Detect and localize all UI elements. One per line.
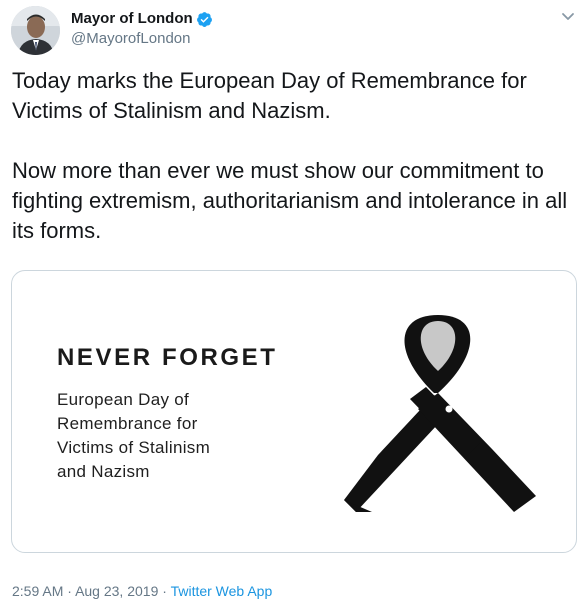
display-name[interactable]: Mayor of London <box>71 9 193 29</box>
tweet: Mayor of London @MayorofLondon Today mar… <box>0 0 587 613</box>
media-card[interactable]: NEVER FORGET European Day of Remembrance… <box>11 270 577 553</box>
card-subtitle: European Day of Remembrance for Victims … <box>57 388 267 484</box>
author-info: Mayor of London @MayorofLondon <box>71 9 213 49</box>
tweet-footer: 2:59 AM · Aug 23, 2019 · Twitter Web App <box>12 581 272 601</box>
tweet-date[interactable]: Aug 23, 2019 <box>75 583 158 599</box>
chevron-down-icon[interactable] <box>558 6 578 26</box>
tweet-text: Today marks the European Day of Remembra… <box>12 66 582 246</box>
avatar[interactable] <box>11 6 60 55</box>
card-headline: NEVER FORGET <box>57 344 278 371</box>
tweet-source-link[interactable]: Twitter Web App <box>171 583 273 599</box>
tweet-time[interactable]: 2:59 AM <box>12 583 63 599</box>
card-subtitle-line: European Day of <box>57 390 190 409</box>
card-subtitle-line: Remembrance for <box>57 414 198 433</box>
card-subtitle-line: Victims of Stalinism <box>57 438 211 457</box>
tweet-paragraph: Today marks the European Day of Remembra… <box>12 68 527 123</box>
card-subtitle-line: and Nazism <box>57 462 150 481</box>
handle[interactable]: @MayorofLondon <box>71 29 213 49</box>
tweet-paragraph: Now more than ever we must show our comm… <box>12 158 568 243</box>
separator: · <box>67 583 72 599</box>
black-ribbon-icon <box>334 307 544 527</box>
verified-badge-icon <box>196 11 213 28</box>
separator: · <box>162 583 167 599</box>
